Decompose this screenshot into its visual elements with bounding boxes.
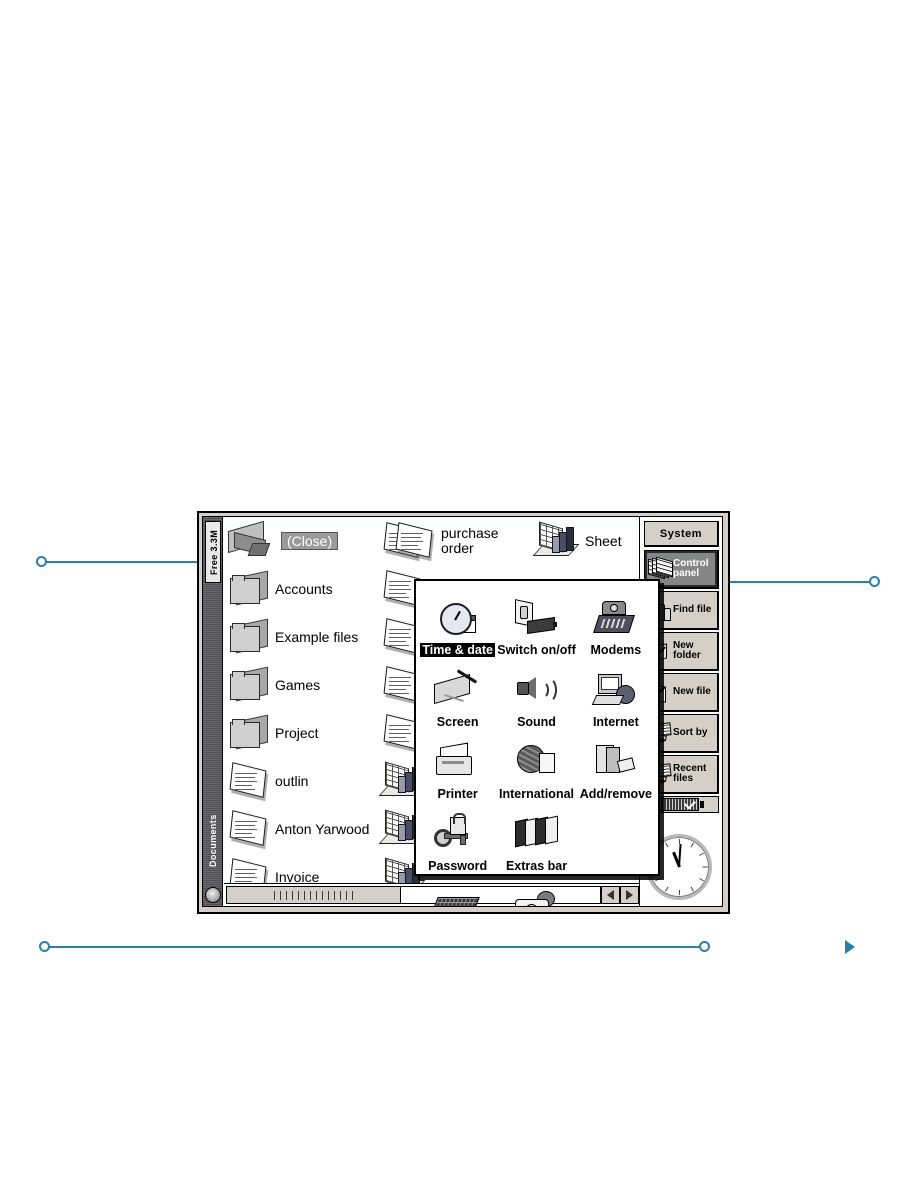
control-panel-item-empty [578, 803, 654, 873]
file-column-top-row: purchase order Sheet [395, 517, 639, 565]
callout-line-left [36, 561, 214, 563]
extras-bar-icon [509, 815, 565, 859]
callout-line-bottom [44, 946, 704, 948]
control-panel-item-label: Add/remove [579, 786, 652, 801]
document-icon [394, 522, 434, 558]
control-panel-item-internet[interactable]: Internet [578, 659, 654, 729]
control-panel-icon [648, 556, 673, 580]
modem-icon [588, 599, 644, 643]
control-panel-dialog: Time & date Switch on/off Modems Screen … [414, 579, 660, 906]
internet-globe-icon [588, 671, 644, 715]
list-item[interactable]: purchase order Sheet [394, 517, 639, 565]
list-item[interactable]: Games [228, 661, 398, 709]
callout-dot-left [36, 556, 47, 567]
list-item-label: Games [275, 676, 321, 693]
control-panel-item-sound[interactable]: Sound [495, 659, 577, 729]
control-panel-item-modems[interactable]: Modems [578, 587, 654, 657]
control-panel-item-add-remove[interactable]: Add/remove [578, 731, 654, 801]
document-icon [228, 858, 268, 883]
list-item[interactable]: Example files [228, 613, 398, 661]
keyboard-icon [429, 887, 486, 906]
list-item[interactable]: Anton Yarwood [228, 805, 398, 853]
callout-line-right [705, 581, 875, 583]
control-panel-item-label: Internet [592, 714, 639, 729]
screen-pen-icon [430, 668, 486, 715]
control-panel-item-label: Screen [436, 714, 479, 729]
sidebar-item-label: Find file [673, 603, 712, 615]
control-panel-item-extras-bar[interactable]: Extras bar [495, 803, 577, 873]
document-icon [228, 762, 268, 798]
control-panel-item-label: Extras bar [505, 858, 568, 873]
add-remove-icon [588, 743, 644, 787]
folder-icon [228, 618, 268, 654]
folder-icon [228, 570, 268, 606]
control-panel-item-dialling[interactable]: Dialling [495, 875, 577, 906]
speaker-icon [509, 671, 565, 715]
document-icon [228, 810, 268, 846]
disc-button-icon[interactable] [205, 887, 221, 903]
control-panel-item-time-date[interactable]: Time & date [420, 587, 495, 657]
page-next-triangle-icon[interactable] [845, 940, 855, 954]
sidebar-item-label: Sort by [673, 726, 708, 738]
sidebar-item-label: New file [673, 685, 711, 697]
printer-icon [430, 742, 486, 787]
device-screen: Free 3.3M Documents (Close) Accounts Exa… [202, 516, 723, 907]
clock-calendar-icon [430, 599, 486, 643]
chart-icon [532, 521, 580, 558]
sidebar-title: System [644, 521, 719, 547]
callout-dot-bottom-left [39, 941, 50, 952]
empty-slot [588, 827, 644, 871]
control-panel-item-switch-on-off[interactable]: Switch on/off [495, 587, 577, 657]
list-item[interactable]: Invoice [228, 853, 398, 883]
free-space-tab[interactable]: Free 3.3M [205, 521, 221, 583]
control-panel-item-label: Modems [590, 642, 642, 657]
left-tab-strip: Free 3.3M Documents [203, 517, 223, 906]
scrollbar-grip [273, 890, 354, 900]
list-item-label: Accounts [275, 580, 333, 597]
folder-icon [228, 666, 268, 702]
control-panel-item-label: Sound [517, 714, 556, 729]
globe-flag-icon [509, 743, 565, 787]
list-item[interactable]: Accounts [228, 565, 398, 613]
list-item-label: (Close) [281, 531, 339, 551]
control-panel-item-screen[interactable]: Screen [420, 659, 495, 729]
control-panel-item-keyboard[interactable]: Keyboard [420, 875, 495, 906]
control-panel-item-password[interactable]: Password [420, 803, 495, 873]
key-lock-icon [430, 812, 486, 859]
control-panel-item-label: Password [428, 858, 488, 873]
control-panel-item-label: Printer [437, 786, 478, 801]
callout-dot-bottom-right [699, 941, 710, 952]
telephone-icon [509, 887, 565, 906]
list-item-label: outlin [275, 772, 309, 789]
control-panel-item-label: Time & date [420, 642, 495, 657]
list-item-label: Sheet [585, 532, 622, 549]
sidebar-item-label: New folder [673, 639, 701, 661]
file-column-folders: (Close) Accounts Example files Games Pro… [228, 517, 398, 883]
control-panel-item-label: International [499, 786, 575, 801]
current-folder-tab[interactable]: Documents [205, 800, 221, 882]
control-panel-item-international[interactable]: International [495, 731, 577, 801]
scrollbar-thumb[interactable] [226, 886, 401, 904]
list-item-label: Project [275, 724, 319, 741]
list-item-label: purchase order [441, 525, 499, 556]
list-item-label: Invoice [275, 868, 320, 883]
power-switch-icon [509, 598, 565, 643]
list-item[interactable]: Project [228, 709, 398, 757]
sidebar-item-label: Recent files [673, 762, 707, 784]
list-item[interactable]: outlin [228, 757, 398, 805]
folder-icon [228, 714, 268, 750]
control-panel-item-printer[interactable]: Printer [420, 731, 495, 801]
control-panel-item-label [614, 871, 618, 873]
device-window: Free 3.3M Documents (Close) Accounts Exa… [197, 511, 730, 914]
list-item-label: Example files [275, 628, 359, 645]
list-item[interactable]: (Close) [228, 517, 398, 565]
open-folder-icon [228, 520, 274, 559]
control-panel-item-label: Switch on/off [497, 642, 576, 657]
callout-dot-right [869, 576, 880, 587]
list-item-label: Anton Yarwood [275, 820, 370, 837]
sidebar-item-label: Control panel [673, 557, 709, 579]
